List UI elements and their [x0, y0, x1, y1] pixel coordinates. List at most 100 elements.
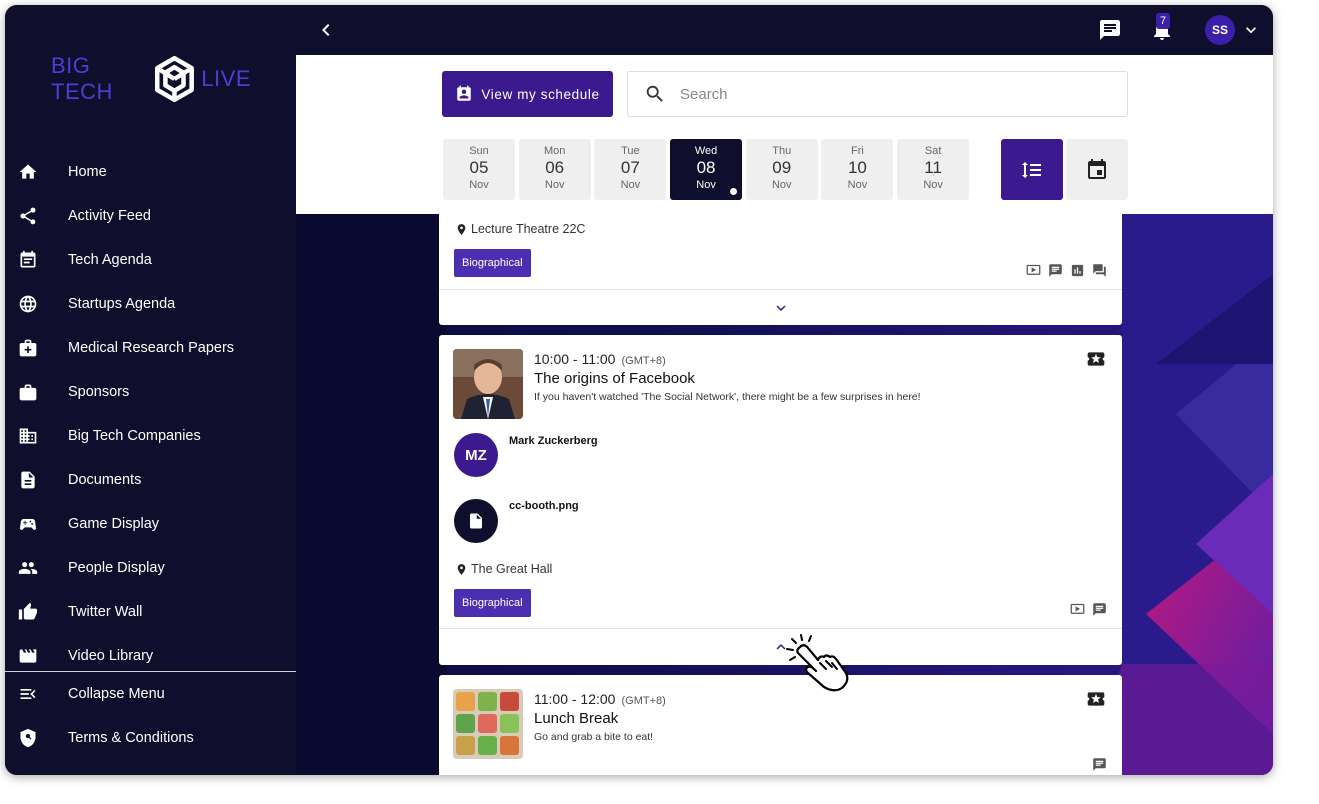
- today-indicator: [730, 188, 738, 195]
- chevron-down-icon: [1246, 27, 1256, 34]
- sidebar-item-big-tech-companies[interactable]: Big Tech Companies: [5, 414, 296, 458]
- session-thumbnail[interactable]: [453, 349, 523, 419]
- collapse-menu-icon: [18, 684, 38, 704]
- day-date: 09: [772, 158, 792, 177]
- expand-button[interactable]: [439, 289, 1122, 325]
- comment-icon: [1048, 263, 1064, 279]
- day-date: 06: [545, 158, 565, 177]
- sidebar-item-label: Tech Agenda: [68, 252, 152, 268]
- location-text: The Great Hall: [471, 562, 553, 576]
- day-tab-wed[interactable]: Wed 08 Nov: [670, 139, 743, 200]
- collapse-menu-button[interactable]: Collapse Menu: [5, 672, 296, 716]
- sidebar-item-documents[interactable]: Documents: [5, 458, 296, 502]
- sidebar-item-people-display[interactable]: People Display: [5, 546, 296, 590]
- sidebar-item-game-display[interactable]: Game Display: [5, 502, 296, 546]
- contact-calendar-icon: [457, 85, 472, 101]
- file-icon: [470, 513, 482, 529]
- calendar-view-button[interactable]: [1066, 139, 1128, 200]
- sidebar-bottom: Collapse Menu Terms & Conditions: [5, 672, 296, 760]
- location-pin-icon: [457, 223, 466, 235]
- chat-button[interactable]: [1098, 18, 1122, 42]
- people-icon: [18, 558, 38, 578]
- chevron-left-icon: [322, 24, 330, 36]
- session-title[interactable]: The origins of Facebook: [534, 370, 695, 387]
- speaker-avatar[interactable]: MZ: [454, 433, 498, 477]
- thumbs-up-icon: [18, 602, 38, 622]
- comment-icon: [1092, 602, 1108, 618]
- time-range: 11:00 - 12:00: [534, 691, 616, 707]
- session-time: 11:00 - 12:00 (GMT+8): [534, 691, 666, 707]
- sidebar-nav: Home Activity Feed Tech Agenda Startups …: [5, 150, 296, 678]
- sidebar-item-label: Activity Feed: [68, 208, 151, 224]
- sort-list-icon: [1022, 161, 1041, 178]
- user-avatar[interactable]: SS: [1205, 15, 1235, 45]
- building-icon: [18, 426, 38, 446]
- sidebar-item-sponsors[interactable]: Sponsors: [5, 370, 296, 414]
- share-icon: [18, 206, 38, 226]
- day-month: Nov: [469, 179, 489, 191]
- session-tag[interactable]: Biographical: [454, 249, 531, 277]
- speaker-photo: [453, 349, 523, 419]
- day-month: Nov: [923, 179, 943, 191]
- session-description: Go and grab a bite to eat!: [534, 731, 654, 743]
- globe-icon: [18, 294, 38, 314]
- day-date: 07: [620, 158, 640, 177]
- sidebar-item-startups-agenda[interactable]: Startups Agenda: [5, 282, 296, 326]
- logo-mark-icon: [155, 55, 195, 103]
- ticket-star-icon: [1087, 352, 1105, 366]
- day-tab-sun[interactable]: Sun 05 Nov: [443, 139, 515, 200]
- timezone: (GMT+8): [621, 355, 666, 367]
- day-name: Thu: [772, 145, 792, 157]
- speaker-name[interactable]: Mark Zuckerberg: [509, 435, 598, 447]
- attachment-name[interactable]: cc-booth.png: [509, 500, 579, 512]
- add-to-schedule-button[interactable]: [1086, 689, 1106, 709]
- back-button[interactable]: [314, 18, 338, 42]
- session-card: 10:00 - 11:00 (GMT+8) The origins of Face…: [439, 335, 1122, 665]
- sidebar-item-twitter-wall[interactable]: Twitter Wall: [5, 590, 296, 634]
- list-view-button[interactable]: [1001, 139, 1063, 200]
- day-tab-thu[interactable]: Thu 09 Nov: [745, 139, 818, 200]
- sidebar-item-label: Big Tech Companies: [68, 428, 201, 444]
- logo: BIG TECH LIVE: [51, 49, 251, 109]
- medical-bag-icon: [18, 338, 38, 358]
- logo-text-right: LIVE: [201, 66, 251, 91]
- session-card: 11:00 - 12:00 (GMT+8) Lunch Break Go and …: [439, 675, 1122, 775]
- day-tab-tue[interactable]: Tue 07 Nov: [594, 139, 667, 200]
- day-month: Nov: [544, 179, 565, 191]
- film-icon: [18, 646, 38, 666]
- day-date: 05: [469, 158, 489, 177]
- location-pin-icon: [457, 563, 466, 575]
- user-menu-toggle[interactable]: [1241, 20, 1261, 40]
- sidebar-item-tech-agenda[interactable]: Tech Agenda: [5, 238, 296, 282]
- video-icon: [1070, 602, 1086, 618]
- location-text: Lecture Theatre 22C: [471, 222, 586, 236]
- day-tab-mon[interactable]: Mon 06 Nov: [518, 139, 591, 200]
- food-photo: [453, 689, 523, 759]
- day-month: Nov: [847, 179, 868, 191]
- sidebar-item-home[interactable]: Home: [5, 150, 296, 194]
- day-tab-sat[interactable]: Sat 11 Nov: [897, 139, 970, 200]
- sidebar-item-label: Terms & Conditions: [68, 730, 194, 746]
- collapse-button[interactable]: [439, 628, 1122, 664]
- day-tab-fri[interactable]: Fri 10 Nov: [821, 139, 894, 200]
- sidebar-item-medical-research-papers[interactable]: Medical Research Papers: [5, 326, 296, 370]
- chat-icon: [1100, 20, 1120, 40]
- sidebar-item-label: Medical Research Papers: [68, 340, 235, 356]
- session-location: The Great Hall: [455, 562, 552, 576]
- logo-text-left: BIG TECH: [51, 53, 113, 104]
- schedule-header: View my schedule Sun 05 Nov Mon 06 Nov: [296, 55, 1273, 214]
- add-to-schedule-button[interactable]: [1086, 349, 1106, 369]
- day-name: Sun: [469, 145, 489, 157]
- search-input[interactable]: [680, 85, 1100, 103]
- sidebar-item-terms[interactable]: Terms & Conditions: [5, 716, 296, 760]
- session-description: If you haven't watched 'The Social Netwo…: [534, 391, 921, 403]
- attachment-file[interactable]: [454, 499, 498, 543]
- session-title[interactable]: Lunch Break: [534, 710, 618, 727]
- search-icon: [646, 85, 663, 102]
- session-thumbnail[interactable]: [453, 689, 523, 759]
- view-my-schedule-button[interactable]: View my schedule: [442, 71, 613, 117]
- session-feature-icons: [1086, 757, 1108, 773]
- session-tag[interactable]: Biographical: [454, 589, 531, 617]
- sidebar-item-activity-feed[interactable]: Activity Feed: [5, 194, 296, 238]
- day-name: Fri: [851, 145, 864, 157]
